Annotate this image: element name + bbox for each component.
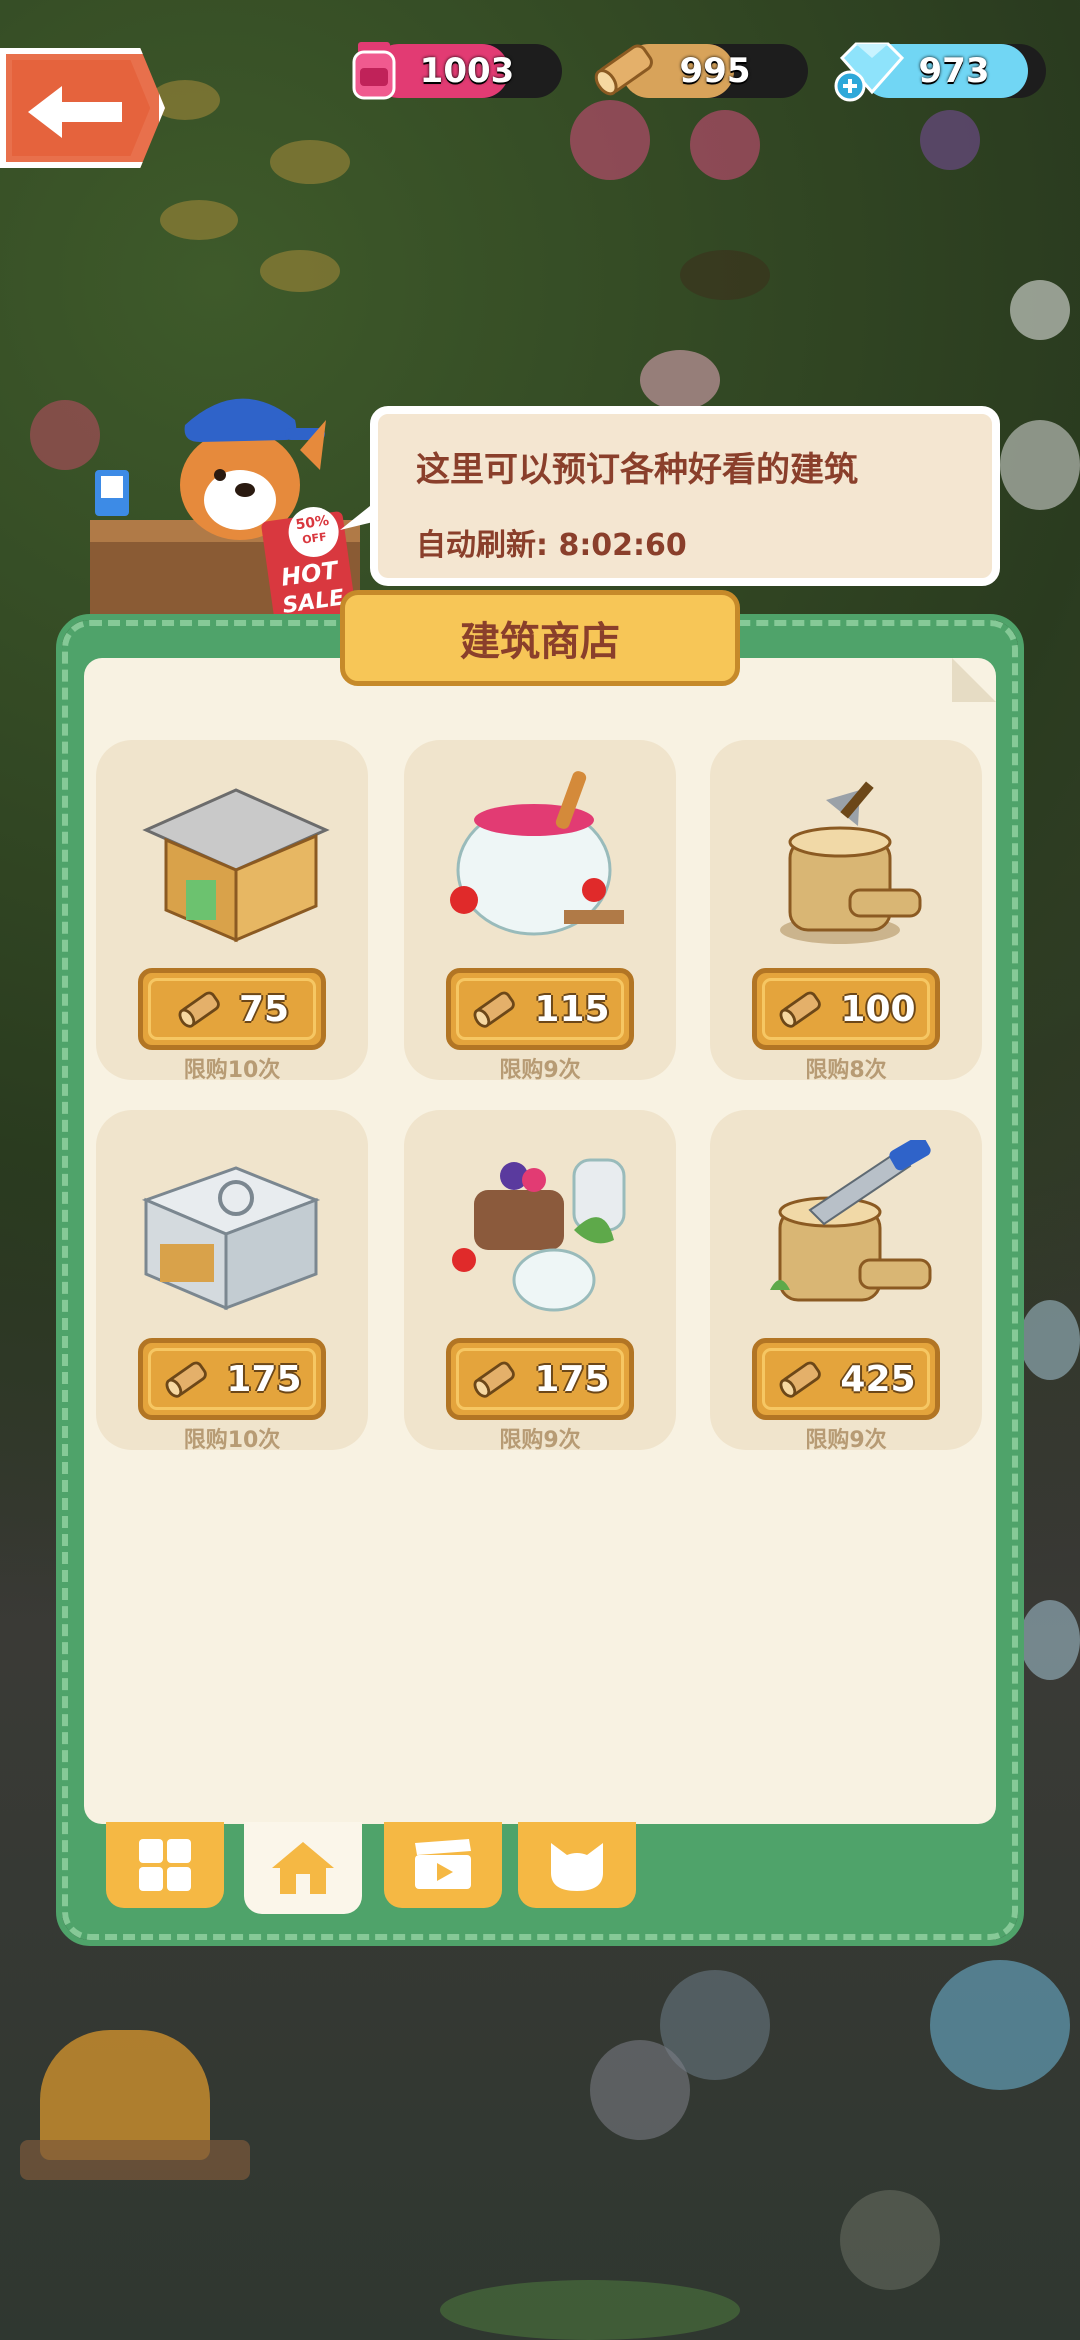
purchase-limit: 限购9次	[805, 1428, 887, 1453]
tree-stump-axe-icon	[780, 781, 922, 944]
bubble-message: 这里可以预订各种好看的建筑	[416, 450, 858, 490]
metal-oven-icon	[141, 1166, 321, 1311]
wood-log-icon	[594, 44, 653, 96]
speech-bubble: 这里可以预订各种好看的建筑 自动刷新: 8:02:60	[370, 406, 1000, 586]
wood-log-icon	[165, 1361, 208, 1398]
item-price: 425	[840, 1358, 916, 1400]
house-icon	[272, 1842, 334, 1894]
tab-grid[interactable]	[106, 1822, 224, 1908]
buy-button[interactable]: 175	[446, 1338, 634, 1420]
purchase-limit: 限购9次	[499, 1428, 581, 1453]
item-price: 115	[534, 988, 610, 1030]
shop-item-card[interactable]: 75 限购10次	[96, 740, 368, 1083]
purchase-limit: 限购8次	[805, 1058, 887, 1083]
blue-gem-icon[interactable]	[832, 36, 906, 102]
grid-icon	[139, 1839, 191, 1891]
buy-button[interactable]: 115	[446, 968, 634, 1050]
video-icon	[415, 1839, 471, 1889]
item-price: 100	[840, 988, 916, 1030]
wood-log-icon	[178, 991, 220, 1028]
buy-button[interactable]: 75	[138, 968, 326, 1050]
cat-face-icon	[551, 1843, 603, 1891]
shop-item-card[interactable]: 115 限购9次	[404, 740, 676, 1083]
wooden-house-icon	[142, 788, 330, 943]
shop-item-card[interactable]: 100 限购8次	[710, 740, 982, 1083]
shop-title-plate: 建筑商店	[340, 590, 740, 686]
shop-item-card[interactable]: 175 限购9次	[404, 1110, 676, 1453]
wood-log-icon	[473, 1361, 516, 1398]
tab-house[interactable]	[244, 1822, 362, 1914]
jam-resource-value: 1003	[419, 51, 515, 91]
shop-title: 建筑商店	[460, 619, 620, 665]
purchase-limit: 限购10次	[183, 1058, 281, 1083]
wood-log-icon	[473, 991, 516, 1028]
item-price: 75	[238, 988, 290, 1030]
berry-jars-icon	[452, 1158, 626, 1312]
item-price: 175	[226, 1358, 302, 1400]
arrow-left-icon	[28, 86, 122, 138]
refresh-timer: 自动刷新: 8:02:60	[416, 528, 687, 563]
jam-jar-icon	[352, 42, 396, 100]
purchase-limit: 限购9次	[499, 1058, 581, 1083]
buy-button[interactable]: 175	[138, 1338, 326, 1420]
jam-resource-bar: 1003	[372, 44, 562, 98]
buy-button[interactable]: 100	[752, 968, 940, 1050]
item-price: 175	[534, 1358, 610, 1400]
shop-item-card[interactable]: 425 限购9次	[710, 1110, 982, 1453]
wood-log-icon	[779, 991, 822, 1028]
shop-item-card[interactable]: 175 限购10次	[96, 1110, 368, 1453]
tab-video[interactable]	[384, 1822, 502, 1908]
wood-log-icon	[779, 1361, 822, 1398]
stump-saw-icon	[770, 1140, 932, 1302]
jam-pot-icon	[450, 771, 624, 936]
back-button[interactable]	[0, 48, 165, 168]
buy-button[interactable]: 425	[752, 1338, 940, 1420]
panel-corner-fold	[952, 658, 996, 702]
tab-cat[interactable]	[518, 1822, 636, 1908]
purchase-limit: 限购10次	[183, 1428, 281, 1453]
